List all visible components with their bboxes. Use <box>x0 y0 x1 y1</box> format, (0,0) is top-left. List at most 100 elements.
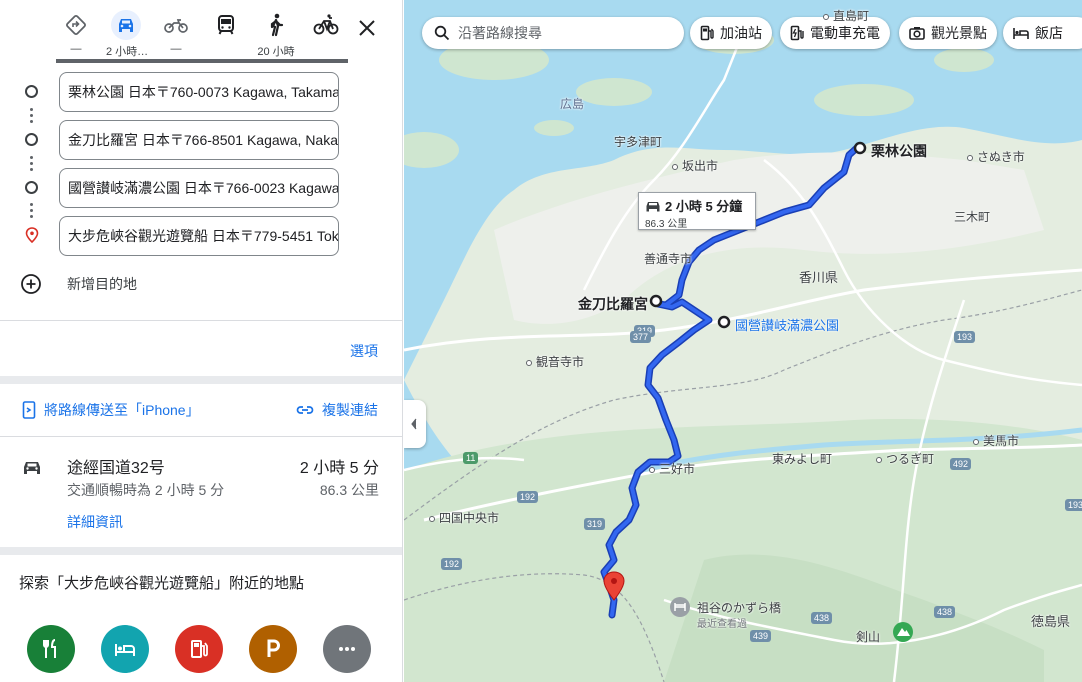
mode-walking[interactable]: 20 小時 <box>256 10 296 58</box>
route-shield: 492 <box>950 458 972 470</box>
route-shield: 193 <box>1065 499 1082 511</box>
stop-1-input[interactable]: 栗林公園 日本〒760-0073 Kagawa, Takamatsu <box>59 72 339 112</box>
kotohiragu-label[interactable]: 金刀比羅宮 <box>578 294 648 314</box>
miyoshi-label: 三好市 <box>649 460 695 477</box>
chip-attractions[interactable]: 觀光景點 <box>899 17 997 49</box>
more-horiz-icon <box>339 647 355 651</box>
chip-attractions-label: 觀光景點 <box>931 25 987 41</box>
copy-link-button[interactable]: 複製連結 <box>296 400 378 420</box>
chip-hotels[interactable]: 飯店 <box>1003 17 1082 49</box>
route-shield: 11 <box>463 452 479 464</box>
hiroshima-label: 広島 <box>560 97 585 111</box>
island <box>576 78 652 106</box>
car-icon <box>646 201 660 211</box>
waypoint-marker[interactable] <box>649 294 663 308</box>
ritsurin-park-label[interactable]: 栗林公園 <box>871 141 927 161</box>
section-divider <box>0 547 402 555</box>
stop-3-input[interactable]: 國營讃岐滿濃公園 日本〒766-0023 Kagawa <box>59 168 339 208</box>
send-to-phone-button[interactable]: 將路線傳送至「iPhone」 <box>22 400 200 420</box>
route-search-input[interactable] <box>458 25 658 41</box>
chip-gas-stations[interactable]: 加油站 <box>690 17 772 49</box>
motorcycle-icon <box>161 10 191 40</box>
hotel-icon <box>1013 28 1029 39</box>
add-destination-button[interactable]: 新增目的地 <box>20 270 137 298</box>
route-shield: 192 <box>441 558 463 570</box>
route-traffic: 交通順暢時為 2 小時 5 分 <box>67 482 225 498</box>
callout-distance: 86.3 公里 <box>645 219 688 230</box>
travel-mode-bar: — 2 小時… — 20 小時 <box>0 0 402 63</box>
waypoint-marker[interactable] <box>717 315 731 329</box>
parking-button[interactable] <box>249 625 297 673</box>
bicycle-icon <box>311 10 341 40</box>
more-categories-button[interactable] <box>323 625 371 673</box>
hotel-icon <box>115 644 135 656</box>
route-shield: 319 <box>584 518 606 530</box>
chip-ev-charging-label: 電動車充電 <box>810 25 880 41</box>
gas-stations-button[interactable] <box>175 625 223 673</box>
stop-4: 大步危峽谷觀光遊覽船 日本〒779-5451 Tokushima <box>0 214 402 258</box>
origin-marker[interactable] <box>853 141 867 155</box>
hotels-button[interactable] <box>101 625 149 673</box>
explore-nearby-title: 探索「大步危峽谷觀光遊覽船」附近的地點 <box>19 575 305 592</box>
mode-driving[interactable]: 2 小時… <box>106 10 148 58</box>
mountain-poi-icon[interactable] <box>893 622 913 642</box>
search-icon <box>434 25 450 41</box>
stop-4-input[interactable]: 大步危峽谷觀光遊覽船 日本〒779-5451 Tokushima <box>59 216 339 256</box>
restaurant-icon <box>43 639 56 658</box>
chip-gas-stations-label: 加油站 <box>720 25 762 41</box>
route-distance: 86.3 公里 <box>319 482 379 498</box>
mode-motorcycle-sub: — <box>170 43 182 55</box>
waypoint-circle-icon <box>25 133 38 146</box>
callout-time: 2 小時 5 分鐘 <box>665 199 743 214</box>
mima-label: 美馬市 <box>973 432 1019 449</box>
mode-cycling[interactable] <box>306 10 346 56</box>
sanuki-park-label[interactable]: 國營讃岐滿濃公園 <box>735 315 839 334</box>
divider <box>0 436 402 437</box>
mode-best-sub: — <box>70 43 82 55</box>
route-summary[interactable]: 途經国道32号 2 小時 5 分 交通順暢時為 2 小時 5 分 86.3 公里… <box>0 450 402 540</box>
route-shield: 192 <box>517 491 539 503</box>
options-button[interactable]: 選項 <box>350 341 378 361</box>
callout-time-row: 2 小時 5 分鐘 <box>645 196 749 215</box>
mode-indicator-bar <box>56 59 348 63</box>
mode-best[interactable]: — <box>56 10 96 56</box>
best-route-icon <box>61 10 91 40</box>
car-icon <box>111 10 141 40</box>
kanonji-label: 観音寺市 <box>526 353 584 370</box>
utazu-label: 宇多津町 <box>614 135 663 149</box>
kagawa-pref-label: 香川県 <box>799 270 839 285</box>
route-shield: 439 <box>750 630 772 642</box>
map-base <box>404 0 1082 682</box>
route-shield: 438 <box>934 606 956 618</box>
route-details-link[interactable]: 詳細資訊 <box>67 512 123 532</box>
send-to-device-icon <box>22 401 36 419</box>
share-row: 將路線傳送至「iPhone」 複製連結 <box>22 400 382 422</box>
add-destination-label: 新增目的地 <box>67 276 137 292</box>
walking-icon <box>261 10 291 40</box>
stop-1: 栗林公園 日本〒760-0073 Kagawa, Takamatsu <box>0 70 402 114</box>
collapse-panel-button[interactable] <box>404 400 426 448</box>
tsurugisan-label[interactable]: 剣山 <box>856 628 880 645</box>
mode-transit[interactable] <box>206 10 246 56</box>
close-directions-button[interactable] <box>355 16 379 40</box>
iya-bridge-label[interactable]: 祖谷のかずら橋 <box>697 599 781 616</box>
map-canvas[interactable]: 加油站 電動車充電 觀光景點 飯店 2 小時 5 分鐘 86.3 公里 栗林公園… <box>404 0 1082 682</box>
sakaide-label: 坂出市 <box>672 157 718 174</box>
route-search-box[interactable] <box>422 17 684 49</box>
stop-2-input[interactable]: 金刀比羅宮 日本〒766-8501 Kagawa, Nakatado <box>59 120 339 160</box>
route-duration-callout[interactable]: 2 小時 5 分鐘 86.3 公里 <box>638 192 756 230</box>
car-icon <box>24 462 40 474</box>
gas-station-icon <box>700 25 714 41</box>
copy-link-label: 複製連結 <box>322 402 378 418</box>
tokushima-pref-label: 徳島県 <box>1031 614 1071 629</box>
island <box>534 120 574 136</box>
gas-station-icon <box>191 640 208 658</box>
send-to-phone-label: 將路線傳送至「iPhone」 <box>44 402 200 418</box>
island <box>814 84 914 116</box>
mode-motorcycle[interactable]: — <box>156 10 196 56</box>
bridge-poi-icon[interactable] <box>670 597 690 617</box>
restaurants-button[interactable] <box>27 625 75 673</box>
sanuki-city-label: さぬき市 <box>967 148 1025 165</box>
route-time: 2 小時 5 分 <box>299 460 379 477</box>
destination-pin-icon <box>25 227 39 244</box>
